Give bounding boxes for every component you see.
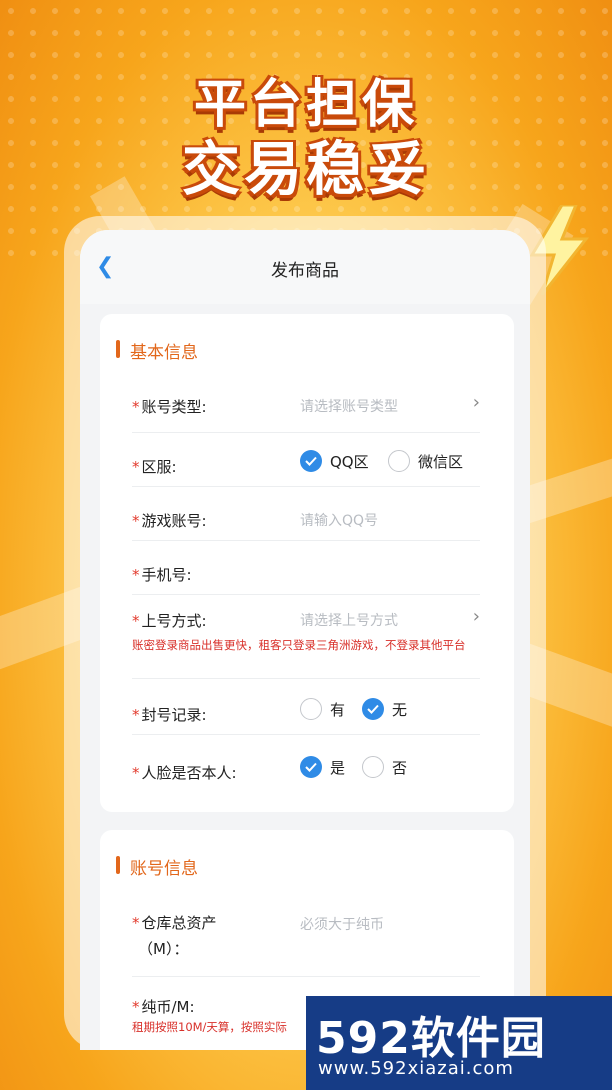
required-mark: * bbox=[132, 398, 140, 416]
radio-qq[interactable]: QQ区 bbox=[300, 450, 369, 472]
section-title-account: 账号信息 bbox=[116, 854, 198, 879]
chevron-right-icon: › bbox=[472, 392, 480, 413]
required-mark: * bbox=[132, 706, 140, 724]
watermark: 592软件园 www.592xiazai.com bbox=[306, 996, 612, 1090]
row-game-account: * 游戏账号: 请输入QQ号 bbox=[132, 496, 480, 541]
label-account-type: 账号类型: bbox=[141, 398, 207, 416]
row-total-assets: * 仓库总资产 （M）： 必须大于纯币 bbox=[132, 906, 480, 977]
label-game-account: 游戏账号: bbox=[141, 512, 207, 530]
check-icon bbox=[300, 756, 322, 778]
nav-bar: ❮ 发布商品 bbox=[80, 230, 530, 304]
row-ban-record: * 封号记录: 有 无 bbox=[132, 688, 480, 735]
label-face: 人脸是否本人: bbox=[141, 764, 237, 782]
chevron-right-icon: › bbox=[472, 606, 480, 627]
label-phone: 手机号: bbox=[141, 566, 192, 584]
radio-label: QQ区 bbox=[330, 452, 369, 471]
required-mark: * bbox=[132, 512, 140, 530]
radio-face-yes[interactable]: 是 bbox=[300, 756, 345, 778]
radio-label: 无 bbox=[392, 700, 408, 719]
radio-ban-yes[interactable]: 有 bbox=[300, 698, 345, 720]
section-title-basic: 基本信息 bbox=[116, 338, 198, 363]
radio-label: 微信区 bbox=[418, 452, 464, 471]
required-mark: * bbox=[132, 458, 140, 476]
row-face: * 人脸是否本人: 是 否 bbox=[132, 746, 480, 792]
radio-label: 有 bbox=[330, 700, 346, 719]
radio-label: 否 bbox=[392, 758, 408, 777]
label-login-method: 上号方式: bbox=[141, 612, 207, 630]
divider bbox=[132, 678, 480, 679]
check-icon bbox=[300, 450, 322, 472]
radio-label: 是 bbox=[330, 758, 346, 777]
page-title: 发布商品 bbox=[271, 261, 339, 281]
radio-ban-no[interactable]: 无 bbox=[362, 698, 407, 720]
login-method-select[interactable]: 请选择上号方式 bbox=[300, 610, 398, 630]
watermark-url: www.592xiazai.com bbox=[318, 1058, 514, 1079]
row-server: * 区服: QQ区 微信区 bbox=[132, 440, 480, 487]
required-mark: * bbox=[132, 998, 140, 1016]
required-mark: * bbox=[132, 612, 140, 630]
label-total-assets-unit: （M）： bbox=[138, 940, 189, 958]
required-mark: * bbox=[132, 914, 140, 932]
radio-face-no[interactable]: 否 bbox=[362, 756, 407, 778]
account-type-select[interactable]: 请选择账号类型 bbox=[300, 396, 398, 416]
unchecked-circle-icon bbox=[388, 450, 410, 472]
headline-line2: 交易稳妥 bbox=[181, 135, 430, 203]
label-coins: 纯币/M: bbox=[141, 998, 195, 1016]
label-total-assets: 仓库总资产 bbox=[141, 914, 217, 932]
label-ban-record: 封号记录: bbox=[141, 706, 207, 724]
game-account-input[interactable]: 请输入QQ号 bbox=[300, 510, 378, 530]
row-phone: * 手机号: bbox=[132, 550, 480, 595]
required-mark: * bbox=[132, 566, 140, 584]
required-mark: * bbox=[132, 764, 140, 782]
app-screen: ❮ 发布商品 基本信息 * 账号类型: 请选择账号类型 › * 区服: QQ区 微信… bbox=[80, 230, 530, 1050]
label-server: 区服: bbox=[141, 458, 177, 476]
phone-input[interactable] bbox=[300, 564, 480, 584]
total-assets-input[interactable]: 必须大于纯币 bbox=[300, 914, 384, 934]
check-icon bbox=[362, 698, 384, 720]
row-login-method[interactable]: * 上号方式: 请选择上号方式 › bbox=[132, 604, 480, 640]
radio-wechat[interactable]: 微信区 bbox=[388, 450, 463, 472]
unchecked-circle-icon bbox=[362, 756, 384, 778]
login-method-note: 账密登录商品出售更快，租客只登录三角洲游戏，不登录其他平台 bbox=[132, 638, 466, 652]
row-account-type[interactable]: * 账号类型: 请选择账号类型 › bbox=[132, 392, 480, 433]
unchecked-circle-icon bbox=[300, 698, 322, 720]
basic-info-card: 基本信息 * 账号类型: 请选择账号类型 › * 区服: QQ区 微信区 * 游戏账号… bbox=[100, 314, 514, 812]
watermark-brand: 592软件园 bbox=[316, 1013, 546, 1064]
